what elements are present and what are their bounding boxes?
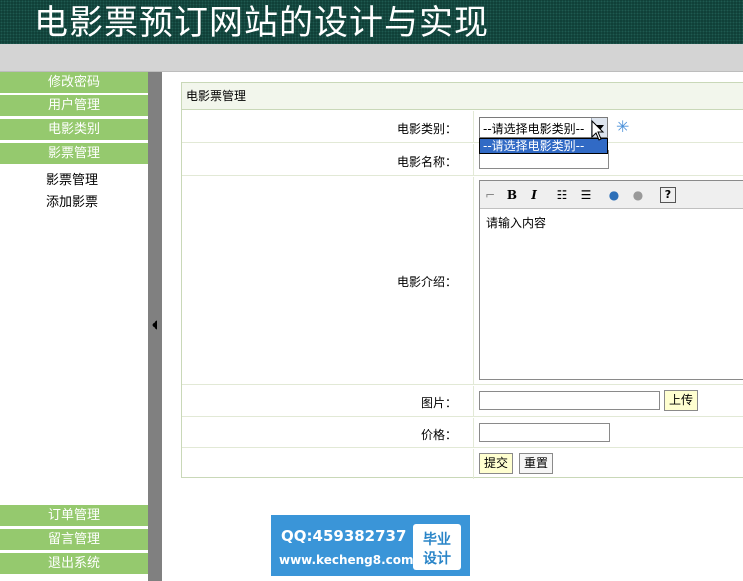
sidebar-item-logout[interactable]: 退出系统 [0, 553, 148, 575]
price-input[interactable] [479, 423, 610, 442]
name-row: 电影名称： [182, 144, 743, 176]
editor-content[interactable]: 请输入内容 [486, 214, 546, 231]
image-label: 图片： [420, 396, 457, 410]
watermark-badge: 毕业 设计 [413, 524, 461, 570]
sidebar-item-order-management[interactable]: 订单管理 [0, 505, 148, 527]
category-select-value: --请选择电影类别-- [483, 122, 585, 136]
intro-editor[interactable]: ⌐ B I ☷ ☰ ● ● ? 请输入内容 [479, 180, 743, 380]
sidebar-subitem-ticket-management[interactable]: 影票管理 [46, 169, 98, 188]
site-title: 电影票预订网站的设计与实现 [34, 3, 489, 43]
price-label: 价格： [420, 428, 457, 442]
sidebar-item-change-password[interactable]: 修改密码 [0, 72, 148, 94]
image-path-input[interactable] [479, 391, 660, 410]
upload-button[interactable]: 上传 [664, 390, 699, 411]
image-row: 图片： 上传 [182, 386, 743, 417]
editor-toolbar: ⌐ B I ☷ ☰ ● ● ? [480, 181, 743, 209]
category-option[interactable]: --请选择电影类别-- [480, 139, 607, 153]
watermark-qq: QQ:459382737 [281, 527, 407, 545]
sidebar-item-message-management[interactable]: 留言管理 [0, 529, 148, 551]
submit-button[interactable]: 提交 [479, 453, 514, 474]
watermark-site: www.kecheng8.com [279, 553, 414, 567]
sidebar-item-movie-category[interactable]: 电影类别 [0, 119, 148, 141]
panel-title: 电影票管理 [182, 83, 743, 110]
frame-splitter[interactable] [148, 72, 162, 581]
sidebar-item-user-management[interactable]: 用户管理 [0, 95, 148, 117]
category-row: 电影类别： [182, 111, 743, 143]
sidebar-subitem-add-ticket[interactable]: 添加影票 [46, 191, 98, 210]
watermark-banner: QQ:459382737 www.kecheng8.com 毕业 设计 [271, 515, 470, 576]
unordered-list-icon[interactable]: ☰ [578, 187, 594, 203]
reset-button[interactable]: 重置 [519, 453, 554, 474]
category-label: 电影类别： [396, 122, 457, 136]
remove-link-icon[interactable]: ● [630, 187, 646, 203]
sidebar-item-ticket-management[interactable]: 影票管理 [0, 143, 148, 165]
actions-row: 提交 重置 [182, 449, 743, 479]
bold-button[interactable]: B [504, 187, 520, 203]
help-button[interactable]: ? [660, 187, 676, 203]
intro-label: 电影介绍： [396, 275, 457, 289]
category-select[interactable]: --请选择电影类别-- [479, 117, 608, 138]
mouse-cursor-icon [591, 120, 605, 141]
ticket-form-panel: 电影票管理 电影类别： 电影名称： 电影介绍： 图片： 上传 价格： 提交 重置… [181, 82, 743, 479]
italic-button[interactable]: I [526, 187, 542, 203]
loading-spinner-icon: ✳ [616, 117, 630, 136]
insert-link-icon[interactable]: ● [606, 187, 622, 203]
site-header: 电影票预订网站的设计与实现 [0, 0, 743, 44]
sidebar: 修改密码 用户管理 电影类别 影票管理 影票管理 添加影票 订单管理 留言管理 … [0, 72, 148, 581]
toolbar-handle-icon: ⌐ [484, 188, 496, 202]
collapse-arrow-icon[interactable] [152, 320, 157, 330]
top-strip [0, 44, 743, 72]
name-label: 电影名称： [396, 155, 457, 169]
category-dropdown-list: --请选择电影类别-- [479, 138, 608, 154]
price-row: 价格： [182, 418, 743, 448]
ordered-list-icon[interactable]: ☷ [554, 187, 570, 203]
